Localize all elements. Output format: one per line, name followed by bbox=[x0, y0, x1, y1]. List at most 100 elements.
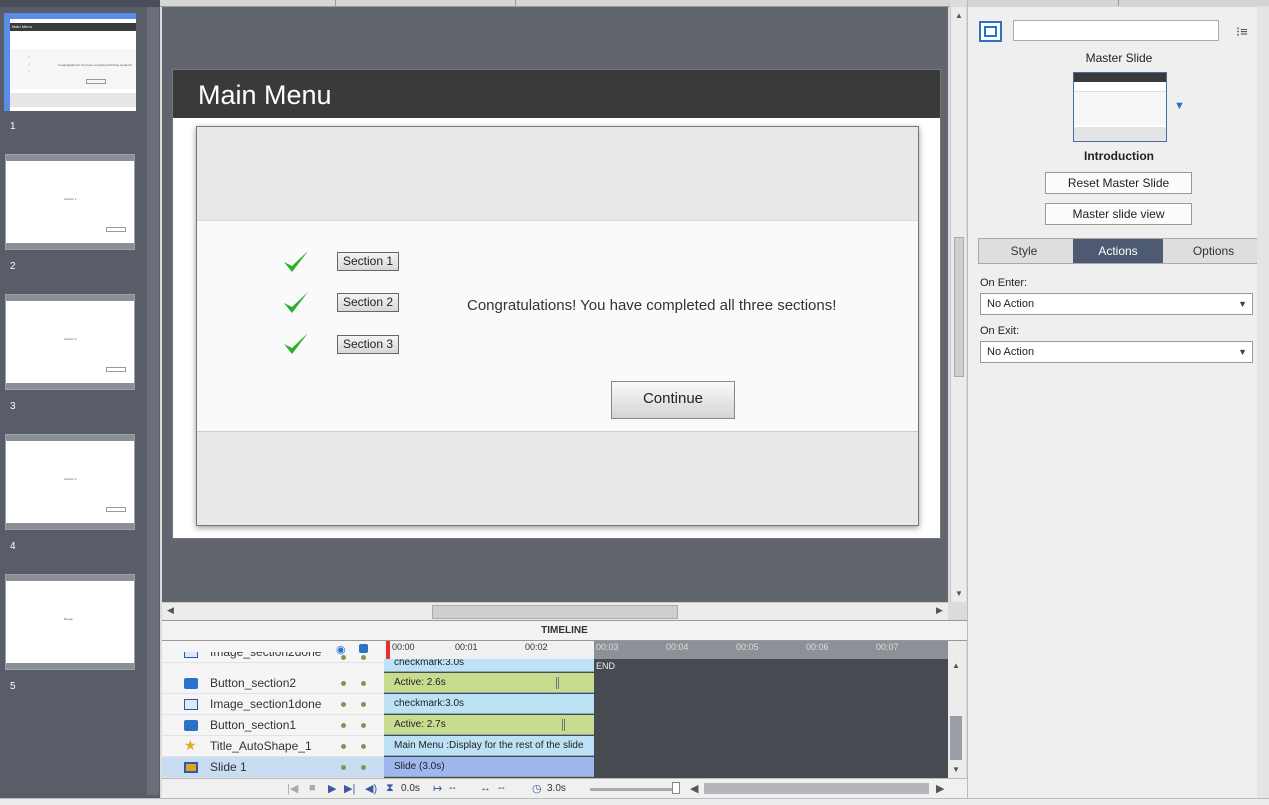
layer-row[interactable]: Button_section1 bbox=[162, 715, 384, 736]
clock-icon: ◷ bbox=[532, 783, 542, 795]
tab-options[interactable]: Options bbox=[1165, 239, 1262, 263]
slide-number: 4 bbox=[10, 541, 16, 552]
timeline-track[interactable]: Active: 2.6s bbox=[384, 673, 594, 693]
scroll-down-icon[interactable]: ▼ bbox=[955, 589, 963, 598]
section-2-button[interactable]: Section 2 bbox=[337, 293, 399, 312]
layer-row[interactable]: Slide 1 bbox=[162, 757, 384, 778]
zoom-slider[interactable] bbox=[590, 788, 680, 791]
tab-actions[interactable]: Actions bbox=[1073, 239, 1163, 263]
scroll-thumb[interactable] bbox=[432, 605, 678, 619]
name-field[interactable] bbox=[1013, 20, 1219, 41]
pause-marker-icon[interactable] bbox=[562, 719, 565, 731]
stop-icon[interactable]: ■ bbox=[309, 782, 316, 794]
layer-row[interactable]: ★ Title_AutoShape_1 bbox=[162, 736, 384, 757]
on-exit-select[interactable]: No Action ▼ bbox=[980, 341, 1253, 363]
section-3-button[interactable]: Section 3 bbox=[337, 335, 399, 354]
master-slide-thumbnail[interactable] bbox=[1073, 72, 1167, 142]
checkmark-icon[interactable] bbox=[282, 330, 310, 358]
scroll-thumb[interactable] bbox=[954, 237, 964, 377]
scroll-up-icon[interactable]: ▲ bbox=[952, 661, 960, 670]
tick-label: 00:07 bbox=[876, 642, 899, 652]
thumb-title: Recap bbox=[64, 617, 73, 621]
scroll-left-icon[interactable]: ◀ bbox=[690, 782, 698, 795]
panel-menu-icon[interactable]: ⁝≡ bbox=[1236, 24, 1248, 40]
tick-label: 00:02 bbox=[525, 642, 548, 652]
zoom-slider-handle[interactable] bbox=[672, 782, 680, 794]
tick-label: 00:00 bbox=[392, 642, 415, 652]
play-icon[interactable]: ▶ bbox=[328, 782, 336, 795]
scroll-down-icon[interactable]: ▼ bbox=[952, 765, 960, 774]
tick-label: 00:05 bbox=[736, 642, 759, 652]
timeline-scrollbar[interactable]: ▲ ▼ bbox=[948, 641, 966, 778]
timeline-ruler[interactable]: 00:00 00:01 00:02 00:03 00:04 00:05 00:0… bbox=[384, 641, 948, 659]
status-bar bbox=[0, 798, 1269, 805]
on-enter-select[interactable]: No Action ▼ bbox=[980, 293, 1253, 315]
slide-thumbnail-1[interactable]: Main Menu ✓ ✓ ✓ Congratulations! You hav… bbox=[4, 13, 136, 111]
button-icon bbox=[184, 678, 198, 689]
scroll-left-icon[interactable]: ◀ bbox=[167, 605, 174, 616]
slide-thumbnail-2[interactable]: Section 1 bbox=[5, 154, 135, 250]
timeline-track[interactable]: Main Menu :Display for the rest of the s… bbox=[384, 736, 594, 756]
start-time-value: 0.0s bbox=[401, 783, 420, 794]
slide-thumbnail-4[interactable]: Section 3 bbox=[5, 434, 135, 530]
tick-label: 00:03 bbox=[596, 642, 619, 652]
on-enter-label: On Enter: bbox=[980, 277, 1028, 289]
reset-master-slide-button[interactable]: Reset Master Slide bbox=[1045, 172, 1192, 194]
image-icon bbox=[184, 699, 198, 710]
properties-scrollbar[interactable] bbox=[1257, 6, 1269, 798]
master-slide-view-button[interactable]: Master slide view bbox=[1045, 203, 1192, 225]
section-1-button[interactable]: Section 1 bbox=[337, 252, 399, 271]
continue-button[interactable]: Continue bbox=[611, 381, 735, 419]
tick-label: 00:06 bbox=[806, 642, 829, 652]
timeline-track[interactable]: Slide (3.0s) bbox=[384, 757, 594, 777]
checkmark-icon[interactable] bbox=[282, 289, 310, 317]
slide-thumbnail-5[interactable]: Recap bbox=[5, 574, 135, 670]
layer-row[interactable]: Image_section2done bbox=[162, 652, 384, 663]
timeline-header[interactable]: TIMELINE bbox=[162, 620, 967, 641]
slide-icon bbox=[184, 762, 198, 773]
filmstrip-scrollbar[interactable] bbox=[147, 7, 159, 795]
slide-title-bar[interactable]: Main Menu bbox=[173, 70, 940, 118]
tab-style[interactable]: Style bbox=[979, 239, 1069, 263]
stage-horizontal-scrollbar[interactable]: ◀ ▶ bbox=[162, 602, 948, 620]
scroll-right-icon[interactable]: ▶ bbox=[936, 605, 943, 616]
slide-number: 3 bbox=[10, 401, 16, 412]
layer-row[interactable]: Button_section2 bbox=[162, 673, 384, 694]
on-enter-value: No Action bbox=[987, 298, 1035, 310]
content-area: Section 1 Section 2 Section 3 Congratula… bbox=[197, 220, 918, 432]
pause-marker-icon[interactable] bbox=[556, 677, 559, 689]
span-icon: ↔ bbox=[480, 782, 491, 794]
thumb-title: Section 2 bbox=[64, 337, 77, 341]
start-time-icon: ⧗ bbox=[386, 782, 394, 794]
slide-title: Main Menu bbox=[198, 80, 332, 110]
filmstrip-panel: Main Menu ✓ ✓ ✓ Congratulations! You hav… bbox=[0, 0, 160, 798]
layer-name: Title_AutoShape_1 bbox=[210, 739, 312, 753]
checkmark-icon[interactable] bbox=[282, 248, 310, 276]
congratulations-text[interactable]: Congratulations! You have completed all … bbox=[467, 297, 836, 314]
tick-label: 00:01 bbox=[455, 642, 478, 652]
scroll-right-icon[interactable]: ▶ bbox=[936, 782, 944, 795]
layer-name: Slide 1 bbox=[210, 760, 247, 774]
timeline-track[interactable]: checkmark:3.0s bbox=[384, 659, 594, 672]
properties-panel: ⁝≡ Master Slide ▼ Introduction Reset Mas… bbox=[967, 0, 1269, 798]
layer-row[interactable]: Image_section1done bbox=[162, 694, 384, 715]
layer-name: Button_section1 bbox=[210, 718, 297, 732]
rewind-icon[interactable]: |◀ bbox=[287, 782, 298, 795]
slide-time-value: 3.0s bbox=[547, 783, 566, 794]
playhead[interactable] bbox=[386, 641, 390, 659]
slide-number: 2 bbox=[10, 261, 16, 272]
properties-header bbox=[968, 0, 1269, 7]
forward-icon[interactable]: ▶| bbox=[344, 782, 355, 795]
properties-tabs: Style Actions Options bbox=[978, 238, 1262, 264]
audio-icon[interactable]: ◀) bbox=[365, 782, 377, 795]
scroll-thumb[interactable] bbox=[950, 716, 962, 760]
thumb-title: Section 1 bbox=[64, 197, 77, 201]
stage-vertical-scrollbar[interactable]: ▲ ▼ bbox=[950, 7, 966, 602]
master-slide-dropdown-icon[interactable]: ▼ bbox=[1174, 100, 1185, 112]
timeline-track[interactable]: checkmark:3.0s bbox=[384, 694, 594, 714]
layer-name: Image_section1done bbox=[210, 697, 322, 711]
slide-thumbnail-3[interactable]: Section 2 bbox=[5, 294, 135, 390]
scroll-up-icon[interactable]: ▲ bbox=[955, 11, 963, 20]
timeline-hscroll-thumb[interactable] bbox=[704, 783, 929, 794]
thumb-title: Section 3 bbox=[64, 477, 77, 481]
